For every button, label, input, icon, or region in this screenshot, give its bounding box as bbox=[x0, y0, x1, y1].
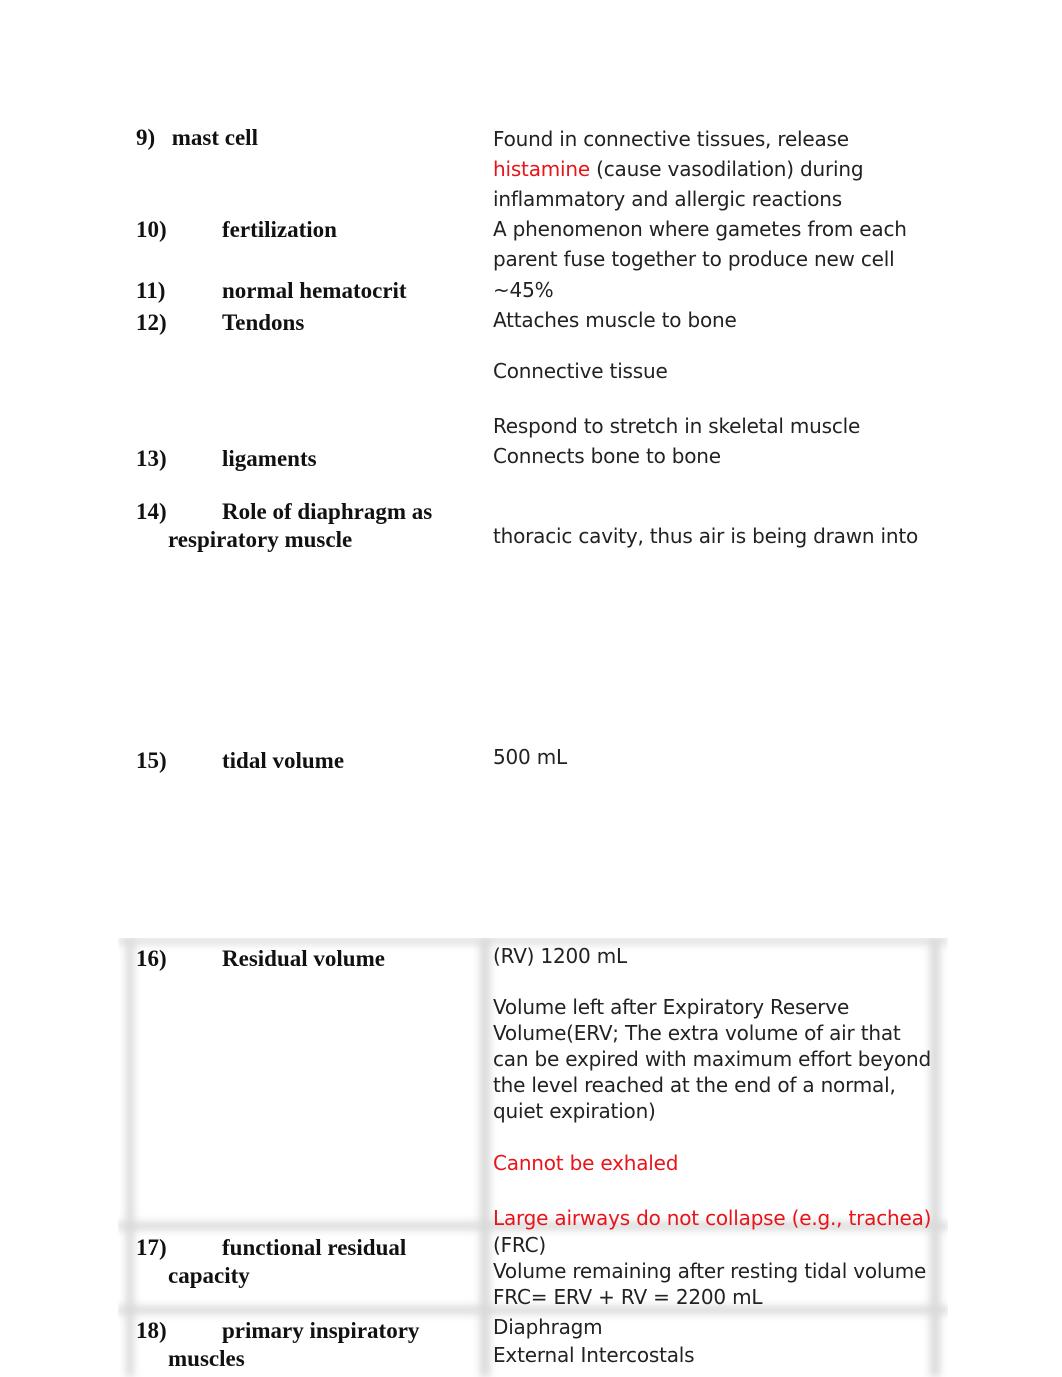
term-label: fertilization bbox=[222, 217, 337, 242]
definition-tendons-line2: Connective tissue bbox=[493, 359, 668, 383]
def-line: Volume(ERV; The extra volume of air that bbox=[493, 1021, 901, 1045]
term-number: 9) bbox=[136, 125, 156, 150]
term-number: 13) bbox=[136, 446, 167, 471]
term-label: normal hematocrit bbox=[222, 278, 407, 303]
definition-residual-volume-note1: Cannot be exhaled bbox=[493, 1151, 679, 1175]
highlight-text: histamine bbox=[493, 157, 590, 181]
term-primary-inspiratory-muscles: 18) primary inspiratory muscles bbox=[136, 1317, 419, 1373]
term-role-of-diaphragm: 14) Role of diaphragm as respiratory musc… bbox=[136, 498, 432, 554]
def-line: Volume left after Expiratory Reserve bbox=[493, 995, 850, 1019]
definition-mast-cell: Found in connective tissues, release his… bbox=[493, 124, 864, 214]
term-tendons: 12) Tendons bbox=[136, 309, 304, 337]
def-line: Diaphragm bbox=[493, 1315, 603, 1339]
term-number: 16) bbox=[136, 946, 167, 971]
term-label: Residual volume bbox=[222, 946, 385, 971]
definition-residual-volume-line1: (RV) 1200 mL bbox=[493, 944, 627, 968]
term-number: 10) bbox=[136, 217, 167, 242]
def-text: inflammatory and allergic reactions bbox=[493, 187, 843, 211]
definition-residual-volume-body: Volume left after Expiratory Reserve Vol… bbox=[493, 994, 931, 1124]
definition-tendons-line3: Respond to stretch in skeletal muscle bbox=[493, 414, 861, 438]
term-label: ligaments bbox=[222, 446, 317, 471]
term-ligaments: 13) ligaments bbox=[136, 445, 317, 473]
def-line: parent fuse together to produce new cell bbox=[493, 247, 895, 271]
term-number: 17) bbox=[136, 1235, 167, 1260]
term-label: Role of diaphragm as bbox=[222, 499, 433, 524]
term-number: 18) bbox=[136, 1318, 167, 1343]
def-line: Volume remaining after resting tidal vol… bbox=[493, 1259, 927, 1283]
term-number: 15) bbox=[136, 748, 167, 773]
term-label: primary inspiratory bbox=[222, 1318, 420, 1343]
def-line: A phenomenon where gametes from each bbox=[493, 217, 907, 241]
def-line: can be expired with maximum effort beyon… bbox=[493, 1047, 932, 1071]
term-tidal-volume: 15) tidal volume bbox=[136, 747, 344, 775]
term-functional-residual-capacity: 17) functional residual capacity bbox=[136, 1234, 406, 1290]
definition-normal-hematocrit: ~45% bbox=[493, 278, 554, 302]
definition-role-of-diaphragm: thoracic cavity, thus air is being drawn… bbox=[493, 524, 919, 548]
def-text: (cause vasodilation) during bbox=[589, 157, 864, 181]
def-line: External Intercostals bbox=[493, 1343, 695, 1367]
def-line: (FRC) bbox=[493, 1233, 546, 1257]
term-label: functional residual bbox=[222, 1235, 407, 1260]
definition-residual-volume-note2: Large airways do not collapse (e.g., tra… bbox=[493, 1206, 932, 1230]
term-mast-cell: 9) mast cell bbox=[136, 124, 258, 152]
term-number: 14) bbox=[136, 499, 167, 524]
term-residual-volume: 16) Residual volume bbox=[136, 945, 385, 973]
term-normal-hematocrit: 11) normal hematocrit bbox=[136, 277, 407, 305]
term-label-continued: muscles bbox=[168, 1346, 245, 1371]
def-line: histamine (cause vasodilation) during bbox=[493, 154, 864, 184]
definition-ligaments: Connects bone to bone bbox=[493, 444, 721, 468]
def-text: Found in connective tissues, release bbox=[493, 127, 849, 151]
definition-tendons-line1: Attaches muscle to bone bbox=[493, 308, 737, 332]
def-line: the level reached at the end of a normal… bbox=[493, 1073, 896, 1097]
def-line: FRC= ERV + RV = 2200 mL bbox=[493, 1285, 763, 1309]
def-line: Found in connective tissues, release bbox=[493, 124, 863, 154]
def-line: quiet expiration) bbox=[493, 1099, 656, 1123]
term-label-continued: respiratory muscle bbox=[168, 527, 353, 552]
definition-tidal-volume: 500 mL bbox=[493, 745, 567, 769]
term-label-continued: capacity bbox=[168, 1263, 250, 1288]
term-fertilization: 10) fertilization bbox=[136, 216, 337, 244]
definition-functional-residual-capacity: (FRC) Volume remaining after resting tid… bbox=[493, 1232, 926, 1310]
definition-fertilization: A phenomenon where gametes from each par… bbox=[493, 214, 907, 274]
def-line: inflammatory and allergic reactions bbox=[493, 184, 863, 214]
term-label: tidal volume bbox=[222, 748, 345, 773]
term-label: mast cell bbox=[171, 125, 258, 150]
term-number: 11) bbox=[136, 278, 166, 303]
definition-primary-inspiratory-muscles: Diaphragm External Intercostals bbox=[493, 1313, 695, 1369]
term-label: Tendons bbox=[222, 310, 305, 335]
term-number: 12) bbox=[136, 310, 167, 335]
